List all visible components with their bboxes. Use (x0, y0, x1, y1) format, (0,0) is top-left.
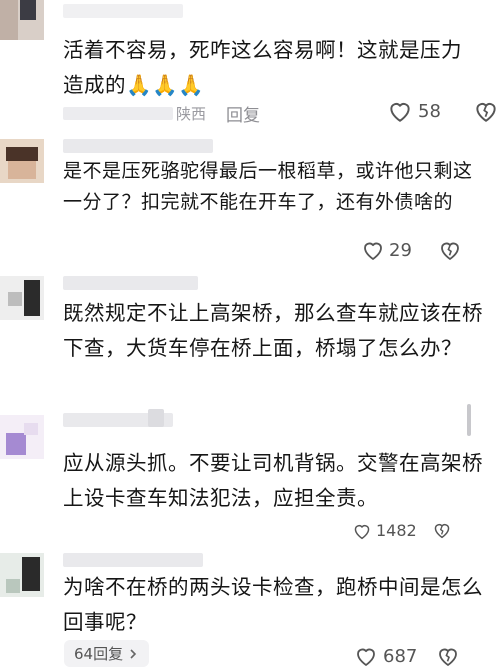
comment-text: 为啥不在桥的两头设卡检查，跑桥中间是怎么回事呢？ (63, 575, 483, 634)
comment-text: 是不是压死骆驼得最后一根稻草，或许他只剩这一分了？扣完就不能在开车了，还有外债啥… (63, 160, 473, 213)
broken-heart-icon (439, 648, 457, 666)
comment-3: 既然规定不让上高架桥，那么查车就应该在桥下查，大货车停在桥上面，桥塌了怎么办？ (0, 270, 500, 400)
dislike-button[interactable] (436, 645, 460, 671)
reply-button[interactable]: 回复 (226, 101, 260, 126)
comment-text: 活着不容易，死咋这么容易啊！这就是压力 造成的🙏🙏🙏 (63, 38, 462, 97)
broken-heart-icon (434, 523, 450, 539)
heart-outline-icon (354, 524, 370, 539)
like-count: 1482 (376, 521, 417, 540)
comment-2: 是不是压死骆驼得最后一根稻草，或许他只剩这一分了？扣完就不能在开车了，还有外债啥… (0, 135, 500, 270)
like-count: 58 (418, 100, 441, 122)
username[interactable] (63, 553, 203, 567)
like-count: 687 (383, 645, 418, 667)
avatar[interactable] (0, 0, 44, 40)
replies-count: 64回复 (74, 645, 124, 663)
comment-date (63, 107, 173, 120)
chevron-right-icon (130, 648, 137, 659)
dislike-button[interactable] (432, 521, 452, 543)
dislike-button[interactable] (438, 239, 462, 265)
username[interactable] (63, 4, 183, 18)
heart-outline-icon (357, 648, 375, 666)
comment-4: 应从源头抓。不要让司机背锅。交警在高架桥上设卡查车知法犯法，应担全责。 1482 (0, 405, 500, 540)
like-button[interactable]: 687 (354, 645, 417, 667)
broken-heart-icon (476, 103, 496, 122)
username-tag (148, 409, 164, 427)
username[interactable] (63, 276, 198, 290)
comment-text: 既然规定不让上高架桥，那么查车就应该在桥下查，大货车停在桥上面，桥塌了怎么办？ (63, 301, 483, 360)
like-button[interactable]: 1482 (352, 521, 417, 540)
username[interactable] (63, 139, 213, 153)
dislike-button[interactable] (473, 99, 499, 127)
heart-outline-icon (390, 103, 410, 122)
avatar[interactable] (0, 415, 44, 459)
comment-1: 活着不容易，死咋这么容易啊！这就是压力 造成的🙏🙏🙏 陕西 回复 58 (0, 0, 500, 130)
comment-text: 应从源头抓。不要让司机背锅。交警在高架桥上设卡查车知法犯法，应担全责。 (63, 451, 483, 510)
heart-outline-icon (364, 242, 382, 260)
view-replies-button[interactable]: 64回复 (64, 640, 150, 667)
avatar[interactable] (0, 139, 44, 183)
avatar[interactable] (0, 276, 44, 320)
comment-location: 陕西 (176, 105, 207, 123)
broken-heart-icon (441, 242, 459, 260)
like-count: 29 (389, 239, 412, 261)
like-button[interactable]: 29 (361, 239, 412, 261)
avatar[interactable] (0, 553, 44, 597)
like-button[interactable]: 58 (387, 99, 441, 123)
